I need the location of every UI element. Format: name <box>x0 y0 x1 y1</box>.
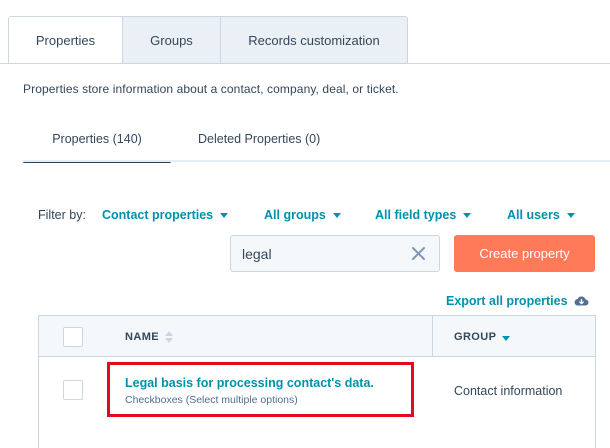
page-description: Properties store information about a con… <box>23 82 399 96</box>
row-checkbox[interactable] <box>63 380 83 400</box>
field-types-dropdown[interactable]: All field types <box>375 206 472 224</box>
property-group-cell: Contact information <box>454 384 563 398</box>
column-header-name[interactable]: NAME <box>125 316 173 357</box>
caret-down-icon <box>332 212 341 218</box>
tab-bar-divider <box>0 63 610 64</box>
export-all-properties-link[interactable]: Export all properties <box>446 294 589 308</box>
object-type-dropdown[interactable]: Contact properties <box>102 206 229 224</box>
tab-groups[interactable]: Groups <box>122 16 221 64</box>
top-tab-bar: Properties Groups Records customization <box>0 0 610 64</box>
tab-active-properties[interactable]: Properties (140) <box>23 118 171 163</box>
search-input[interactable] <box>242 245 402 262</box>
sort-icon <box>165 330 173 343</box>
tab-label: Records customization <box>248 33 380 48</box>
cloud-download-icon <box>574 296 589 306</box>
filter-bar: Filter by: Contact properties All groups… <box>38 206 575 224</box>
groups-dropdown[interactable]: All groups <box>264 206 341 224</box>
tab-deleted-properties[interactable]: Deleted Properties (0) <box>198 118 320 160</box>
property-name-cell: Legal basis for processing contact's dat… <box>125 376 374 406</box>
caret-down-icon <box>566 212 575 218</box>
column-divider <box>432 316 433 357</box>
tab-label: Properties <box>35 33 96 48</box>
close-icon[interactable] <box>410 245 427 262</box>
filter-label: Filter by: <box>38 208 86 222</box>
tab-properties[interactable]: Properties <box>8 16 123 64</box>
tab-label: Groups <box>150 33 193 48</box>
create-property-button[interactable]: Create property <box>454 235 595 272</box>
property-name-link[interactable]: Legal basis for processing contact's dat… <box>125 376 374 390</box>
sub-tab-bar: Properties (140) Deleted Properties (0) <box>23 118 610 164</box>
table-header: NAME GROUP <box>39 316 595 357</box>
properties-table: NAME GROUP Legal basis for processing co… <box>38 315 596 448</box>
caret-down-icon <box>463 212 472 218</box>
column-label: GROUP <box>454 330 497 343</box>
property-field-type: Checkboxes (Select multiple options) <box>125 394 298 406</box>
tab-label: Deleted Properties (0) <box>198 132 321 146</box>
dropdown-label: All groups <box>264 208 326 222</box>
column-header-group[interactable]: GROUP <box>454 316 511 357</box>
tab-label: Properties (140) <box>52 132 142 146</box>
select-all-checkbox[interactable] <box>63 327 83 347</box>
column-label: NAME <box>125 330 159 343</box>
tab-records-customization[interactable]: Records customization <box>220 16 408 64</box>
sort-descending-icon <box>502 336 511 341</box>
link-label: Export all properties <box>446 294 568 308</box>
dropdown-label: All field types <box>375 208 457 222</box>
sub-tab-divider <box>23 160 610 162</box>
table-row: Legal basis for processing contact's dat… <box>39 358 595 448</box>
dropdown-label: Contact properties <box>102 208 214 222</box>
dropdown-label: All users <box>507 208 560 222</box>
caret-down-icon <box>220 212 229 218</box>
users-dropdown[interactable]: All users <box>507 206 575 224</box>
button-label: Create property <box>479 246 570 261</box>
search-box <box>230 235 440 272</box>
